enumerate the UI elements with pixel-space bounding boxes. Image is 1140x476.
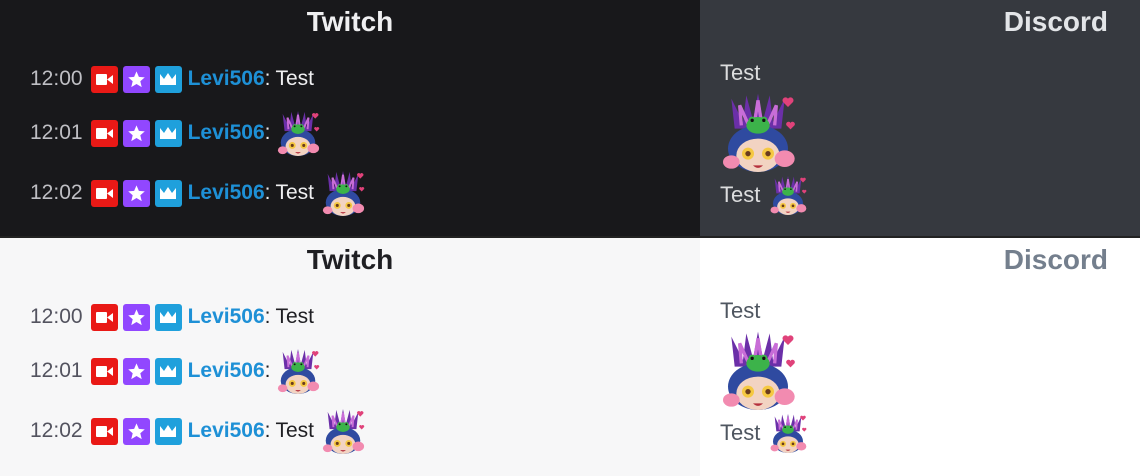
chat-message: 12:01 Levi506 : — [30, 354, 321, 388]
chat-message: 12:00 Levi506 : Test — [30, 300, 314, 334]
colon: : — [264, 305, 271, 328]
discord-message-text: Test — [720, 420, 761, 445]
discord-chat-panel: Discord Test Test — [700, 238, 1140, 476]
username[interactable]: Levi506 — [188, 305, 265, 329]
message-text: Test — [275, 67, 314, 90]
colon: : — [264, 121, 271, 144]
star-icon — [122, 417, 150, 445]
colon: : — [264, 419, 271, 442]
frog-girl-emote-icon — [320, 408, 366, 454]
twitch-title: Twitch — [306, 244, 394, 275]
discord-message-text: Test — [720, 182, 761, 207]
message-text: Test — [275, 181, 314, 204]
frog-girl-emote-icon — [718, 92, 798, 172]
star-icon — [122, 65, 150, 93]
discord-message-text: Test — [720, 60, 761, 85]
crown-icon — [154, 417, 182, 445]
twitch-title: Twitch — [306, 6, 394, 37]
crown-icon — [154, 357, 182, 385]
username[interactable]: Levi506 — [188, 121, 265, 145]
discord-message: Test — [720, 413, 808, 453]
frog-girl-emote-icon — [718, 330, 798, 410]
star-icon — [122, 179, 150, 207]
timestamp: 12:02 — [30, 419, 83, 442]
discord-title: Discord — [1003, 244, 1108, 275]
colon: : — [264, 359, 271, 382]
crown-icon — [154, 303, 182, 331]
username[interactable]: Levi506 — [188, 67, 265, 91]
video-camera-icon — [90, 303, 118, 331]
timestamp: 12:02 — [30, 181, 83, 204]
frog-girl-emote-icon — [275, 348, 321, 394]
video-camera-icon — [90, 65, 118, 93]
twitch-chat-panel: Twitch 12:00 Levi506 : Test 12:01 Levi50… — [0, 0, 700, 238]
chat-message: 12:02 Levi506 : Test — [30, 414, 366, 448]
twitch-chat-panel: Twitch 12:00 Levi506 : Test 12:01 Levi50… — [0, 238, 700, 476]
light-theme-comparison: Twitch 12:00 Levi506 : Test 12:01 Levi50… — [0, 238, 1140, 476]
username[interactable]: Levi506 — [188, 419, 265, 443]
frog-girl-emote-icon — [320, 170, 366, 216]
star-icon — [122, 119, 150, 147]
star-icon — [122, 303, 150, 331]
discord-title: Discord — [1003, 6, 1108, 37]
discord-message-text: Test — [720, 298, 761, 323]
frog-girl-emote-icon — [275, 110, 321, 156]
username[interactable]: Levi506 — [188, 181, 265, 205]
crown-icon — [154, 119, 182, 147]
video-camera-icon — [90, 417, 118, 445]
timestamp: 12:01 — [30, 121, 83, 144]
chat-message: 12:01 Levi506 : — [30, 116, 321, 150]
star-icon — [122, 357, 150, 385]
colon: : — [264, 181, 271, 204]
message-text: Test — [275, 419, 314, 442]
discord-chat-panel: Discord Test Test — [700, 0, 1140, 238]
chat-message: 12:02 Levi506 : Test — [30, 176, 366, 210]
crown-icon — [154, 179, 182, 207]
crown-icon — [154, 65, 182, 93]
dark-theme-comparison: Twitch 12:00 Levi506 : Test 12:01 Levi50… — [0, 0, 1140, 238]
frog-girl-emote-icon — [768, 413, 808, 453]
message-text: Test — [275, 305, 314, 328]
video-camera-icon — [90, 119, 118, 147]
video-camera-icon — [90, 357, 118, 385]
timestamp: 12:00 — [30, 67, 83, 90]
timestamp: 12:01 — [30, 359, 83, 382]
colon: : — [264, 67, 271, 90]
discord-message: Test — [720, 175, 808, 215]
video-camera-icon — [90, 179, 118, 207]
username[interactable]: Levi506 — [188, 359, 265, 383]
chat-message: 12:00 Levi506 : Test — [30, 62, 314, 96]
frog-girl-emote-icon — [768, 175, 808, 215]
timestamp: 12:00 — [30, 305, 83, 328]
